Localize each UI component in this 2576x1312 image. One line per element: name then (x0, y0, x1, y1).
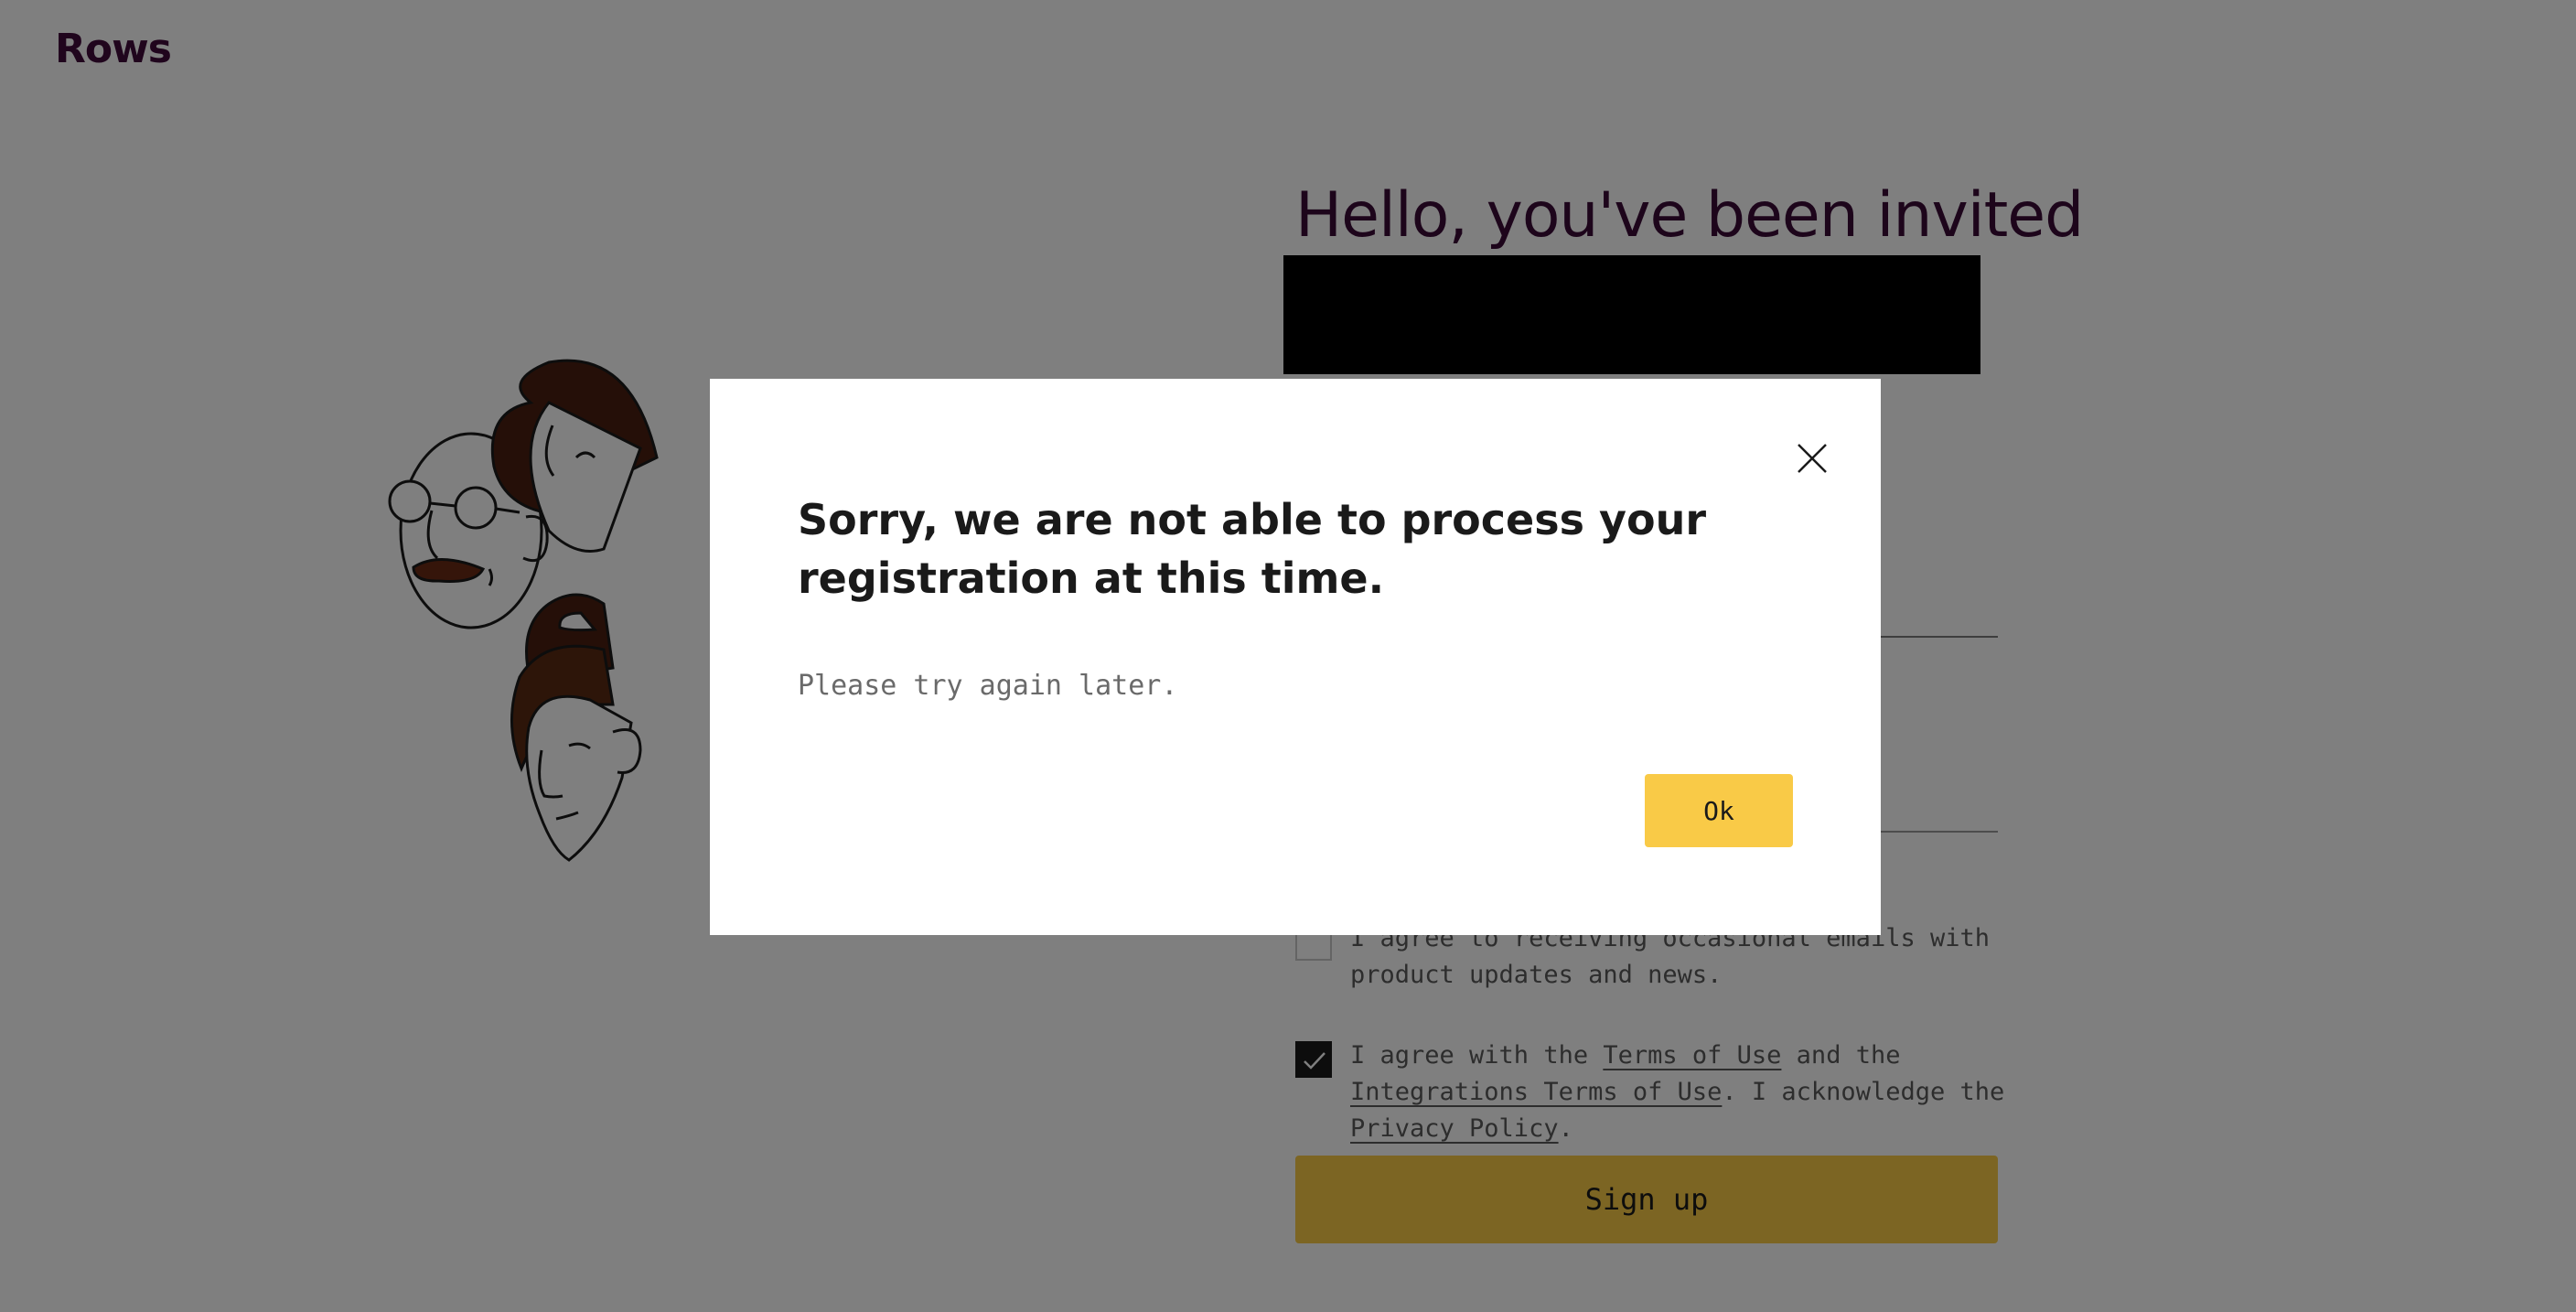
ok-button[interactable]: Ok (1645, 774, 1793, 847)
dialog-message: Please try again later. (798, 670, 1178, 702)
error-dialog: Sorry, we are not able to process your r… (710, 379, 1881, 935)
close-button[interactable] (1789, 436, 1835, 481)
dialog-title: Sorry, we are not able to process your r… (798, 495, 1707, 603)
close-icon (1798, 444, 1827, 473)
